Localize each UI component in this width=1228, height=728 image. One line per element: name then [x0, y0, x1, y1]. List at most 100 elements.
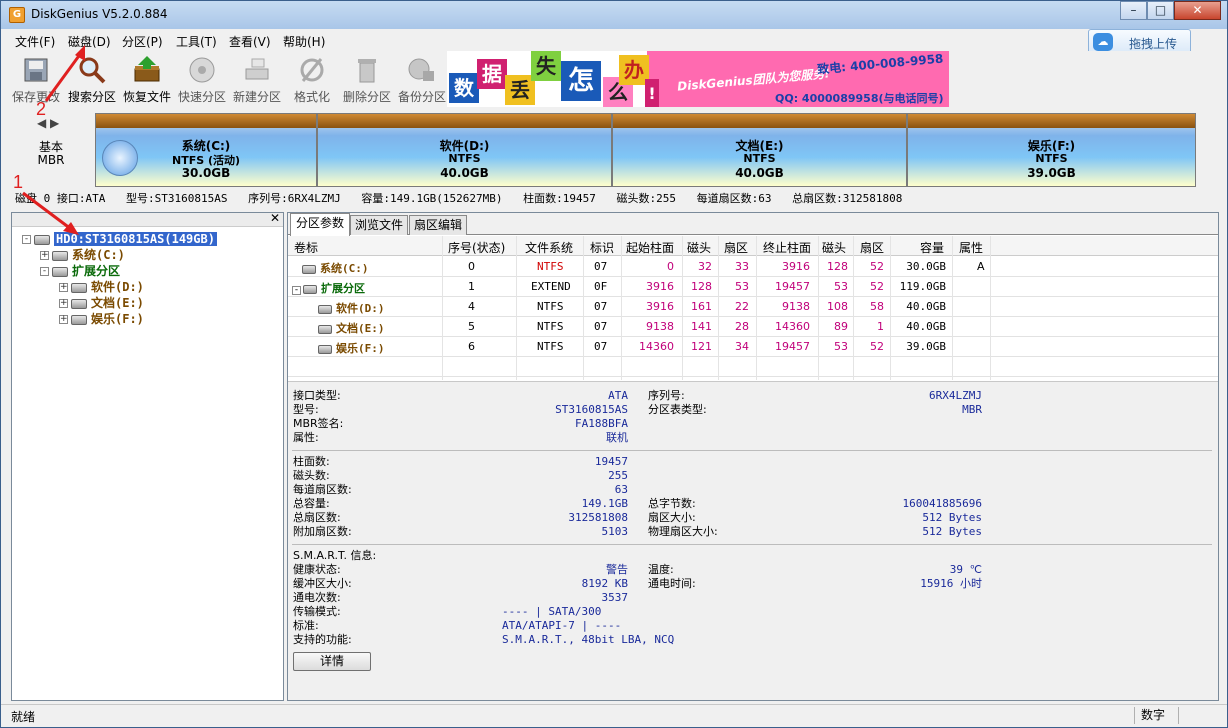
disk-interface: 磁盘 0 接口:ATA: [15, 192, 106, 205]
table-row[interactable]: - 扩展分区 1 EXTEND 0F 3916 128 53 19457 53 5…: [288, 277, 1218, 297]
disk-total-sectors: 总扇区数:312581808: [792, 192, 903, 205]
row-start-sector: 28: [735, 320, 749, 333]
table-row[interactable]: 系统(C:) 0 NTFS 07 0 32 33 3916 128 52 30.…: [288, 257, 1218, 277]
partition-icon: [52, 250, 68, 261]
partition-icon: [71, 298, 87, 309]
expand-icon[interactable]: +: [59, 315, 68, 324]
physical-sector-size-value: 512 Bytes: [922, 525, 982, 538]
row-seq: 5: [468, 320, 475, 333]
banner-tile: 数: [449, 73, 479, 103]
collapse-icon[interactable]: -: [22, 235, 31, 244]
buffer-size-label: 缓冲区大小:: [293, 577, 352, 590]
partition-fs: NTFS: [743, 152, 776, 165]
quick-partition-button[interactable]: 快速分区: [173, 51, 231, 105]
col-fs: 文件系统: [525, 241, 574, 255]
menu-tools[interactable]: 工具(T): [176, 33, 217, 50]
tree-item-d[interactable]: + 软件(D:): [59, 279, 144, 295]
tab-sector-edit[interactable]: 扇区编辑: [409, 215, 467, 235]
health-label: 健康状态:: [293, 563, 341, 576]
tree-item-f[interactable]: + 娱乐(F:): [59, 311, 144, 327]
tree-item-e[interactable]: + 文档(E:): [59, 295, 144, 311]
delete-partition-button[interactable]: 删除分区: [338, 51, 396, 105]
table-row[interactable]: 软件(D:) 4 NTFS 07 3916 161 22 9138 108 58…: [288, 297, 1218, 317]
partition-size: 30.0GB: [181, 166, 231, 180]
partition-block-f[interactable]: 娱乐(F:) NTFS 39.0GB: [907, 113, 1196, 187]
status-cell-empty: [1178, 707, 1218, 724]
row-id: 07: [594, 300, 608, 313]
row-end-sector: 52: [870, 260, 884, 273]
additional-sectors-value: 5103: [601, 525, 629, 538]
partition-block-c[interactable]: 系统(C:) NTFS (活动) 30.0GB: [95, 113, 317, 187]
new-partition-button[interactable]: 新建分区: [228, 51, 286, 105]
tree-item-disk[interactable]: - HD0:ST3160815AS(149GB): [22, 231, 217, 247]
interface-value: ATA: [608, 389, 628, 402]
hard-disk-icon: [34, 234, 50, 245]
sector-size-value: 512 Bytes: [922, 511, 982, 524]
physical-sector-size-label: 物理扇区大小:: [648, 525, 718, 538]
transfer-mode-label: 传输模式:: [293, 605, 341, 618]
search-partition-icon: [79, 57, 106, 84]
backup-partition-icon: [408, 58, 434, 81]
menu-partition[interactable]: 分区(P): [122, 33, 163, 50]
close-pane-icon[interactable]: ✕: [270, 211, 280, 225]
menu-disk[interactable]: 磁盘(D): [68, 33, 111, 50]
expand-icon[interactable]: +: [59, 299, 68, 308]
col-id: 标识: [590, 241, 615, 255]
tab-partition-params[interactable]: 分区参数: [290, 213, 350, 236]
tab-browse-files[interactable]: 浏览文件: [350, 215, 408, 235]
row-end-sector: 52: [870, 340, 884, 353]
collapse-icon[interactable]: -: [292, 286, 301, 295]
row-id: 07: [594, 320, 608, 333]
close-button[interactable]: ✕: [1174, 1, 1221, 20]
details-button[interactable]: 详情: [293, 652, 371, 671]
recover-files-button[interactable]: 恢复文件: [118, 51, 176, 105]
partition-icon: [318, 324, 332, 334]
tree-item-extended[interactable]: - 扩展分区: [40, 263, 120, 279]
save-changes-button[interactable]: 保存更改: [7, 51, 65, 105]
total-bytes-value: 160041885696: [902, 497, 982, 510]
partition-table-type-label: 分区表类型:: [648, 403, 707, 416]
menu-view[interactable]: 查看(V): [229, 33, 271, 50]
backup-partition-button[interactable]: 备份分区: [393, 51, 451, 105]
menu-file[interactable]: 文件(F): [15, 33, 55, 50]
tree-label: HD0:ST3160815AS(149GB): [54, 232, 217, 246]
features-value: S.M.A.R.T., 48bit LBA, NCQ: [502, 633, 675, 646]
standard-value: ATA/ATAPI-7 | ----: [502, 619, 622, 632]
row-id: 07: [594, 260, 608, 273]
disk-properties: 接口类型: ATA 型号: ST3160815AS MBR签名: FA188BF…: [288, 381, 1218, 700]
features-label: 支持的功能:: [293, 633, 352, 646]
cloud-upload-label: 拖拽上传: [1129, 37, 1178, 51]
total-capacity-label: 总容量:: [293, 497, 330, 510]
row-end-sector: 1: [877, 320, 884, 333]
expand-icon[interactable]: +: [40, 251, 49, 260]
format-button[interactable]: 格式化: [283, 51, 341, 105]
menu-help[interactable]: 帮助(H): [283, 33, 325, 50]
total-bytes-label: 总字节数:: [648, 497, 696, 510]
row-seq: 4: [468, 300, 475, 313]
table-row[interactable]: 文档(E:) 5 NTFS 07 9138 141 28 14360 89 1 …: [288, 317, 1218, 337]
partition-fs: NTFS: [448, 152, 481, 165]
tree-item-c[interactable]: + 系统(C:): [40, 247, 125, 263]
table-row[interactable]: 娱乐(F:) 6 NTFS 07 14360 121 34 19457 53 5…: [288, 337, 1218, 357]
minimize-button[interactable]: –: [1120, 1, 1147, 20]
attribute-label: 属性:: [293, 431, 319, 444]
cylinders-value: 19457: [594, 455, 628, 468]
partition-block-d[interactable]: 软件(D:) NTFS 40.0GB: [317, 113, 612, 187]
maximize-button[interactable]: □: [1147, 1, 1174, 20]
expand-icon[interactable]: +: [59, 283, 68, 292]
col-seq: 序号(状态): [448, 241, 506, 255]
tree-label: 扩展分区: [72, 264, 121, 278]
collapse-icon[interactable]: -: [40, 267, 49, 276]
cylinders-label: 柱面数:: [293, 455, 330, 468]
search-partition-button[interactable]: 搜索分区: [63, 51, 121, 105]
row-capacity: 119.0GB: [899, 280, 946, 293]
row-fs: NTFS: [537, 340, 564, 353]
row-start-cyl: 3916: [646, 280, 674, 293]
row-start-sector: 34: [735, 340, 749, 353]
partition-block-e[interactable]: 文档(E:) NTFS 40.0GB: [612, 113, 907, 187]
ad-banner[interactable]: 数 据 丢 失 怎 么 办 ! DiskGenius团队为您服务! 致电: 40…: [447, 51, 949, 107]
power-on-count-label: 通电次数:: [293, 591, 341, 604]
banner-tile: 据: [477, 59, 507, 89]
serial-value: 6RX4LZMJ: [929, 389, 982, 402]
row-label: 系统(C:): [302, 260, 369, 276]
